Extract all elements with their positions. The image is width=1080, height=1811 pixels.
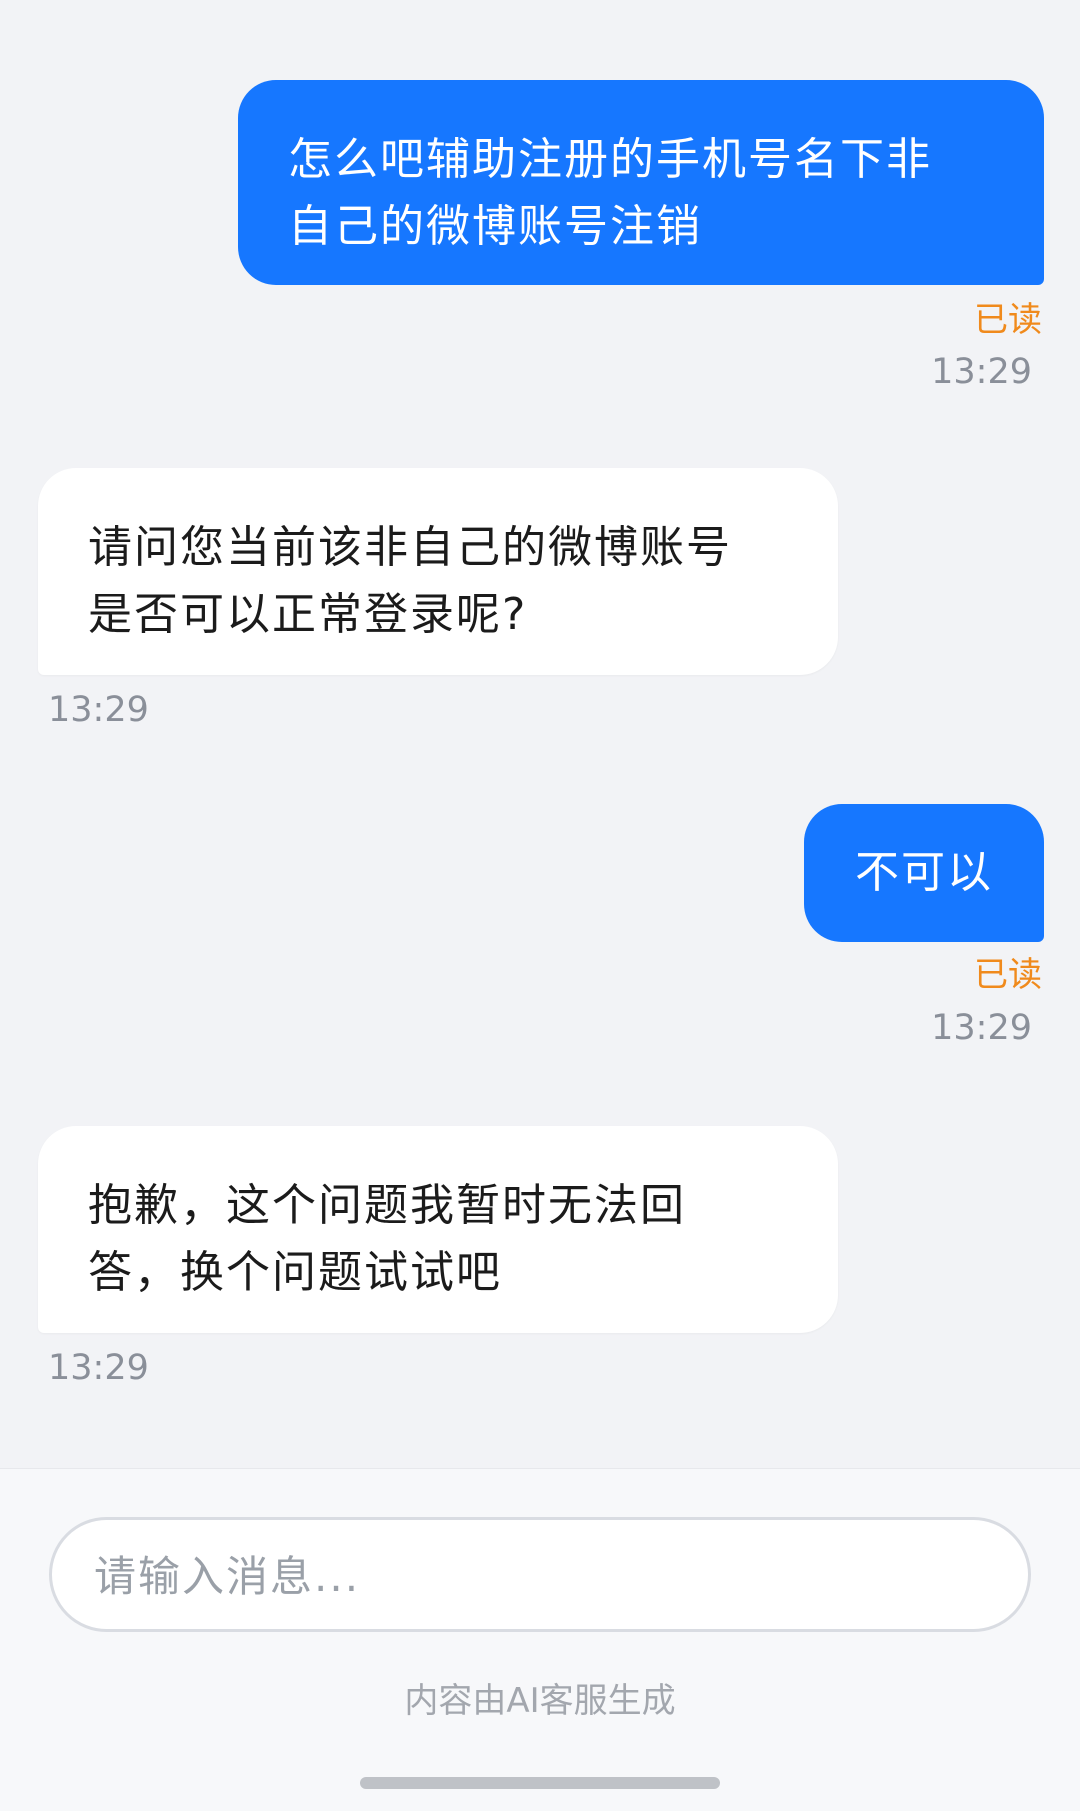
incoming-message-bubble[interactable]: 请问您当前该非自己的微博账号 是否可以正常登录呢? <box>38 468 838 675</box>
message-timestamp: 13:29 <box>931 352 1032 392</box>
message-text-line: 请问您当前该非自己的微博账号 <box>88 522 732 573</box>
message-text-line: 不可以 <box>855 847 993 898</box>
message-timestamp: 13:29 <box>48 1348 149 1388</box>
message-text-line: 怎么吧辅助注册的手机号名下非 <box>288 134 932 185</box>
chat-message-list[interactable]: 怎么吧辅助注册的手机号名下非 自己的微博账号注销 已读 13:29 请问您当前该… <box>0 0 1080 1468</box>
outgoing-message-bubble[interactable]: 不可以 <box>804 804 1044 942</box>
ai-disclaimer: 内容由AI客服生成 <box>404 1681 676 1721</box>
home-indicator[interactable] <box>360 1777 720 1789</box>
message-timestamp: 13:29 <box>48 690 149 730</box>
read-status: 已读 <box>974 300 1042 340</box>
message-text-line: 答，换个问题试试吧 <box>88 1247 502 1298</box>
outgoing-message-bubble[interactable]: 怎么吧辅助注册的手机号名下非 自己的微博账号注销 <box>238 80 1044 285</box>
message-text-line: 抱歉，这个问题我暂时无法回 <box>88 1180 686 1231</box>
message-timestamp: 13:29 <box>931 1008 1032 1048</box>
incoming-message-bubble[interactable]: 抱歉，这个问题我暂时无法回 答，换个问题试试吧 <box>38 1126 838 1333</box>
message-text-line: 是否可以正常登录呢? <box>88 589 528 640</box>
message-input-container[interactable] <box>49 1517 1031 1632</box>
message-input[interactable] <box>92 1542 976 1610</box>
composer-panel: 内容由AI客服生成 <box>0 1468 1080 1811</box>
read-status: 已读 <box>974 955 1042 995</box>
message-text-line: 自己的微博账号注销 <box>288 201 702 252</box>
